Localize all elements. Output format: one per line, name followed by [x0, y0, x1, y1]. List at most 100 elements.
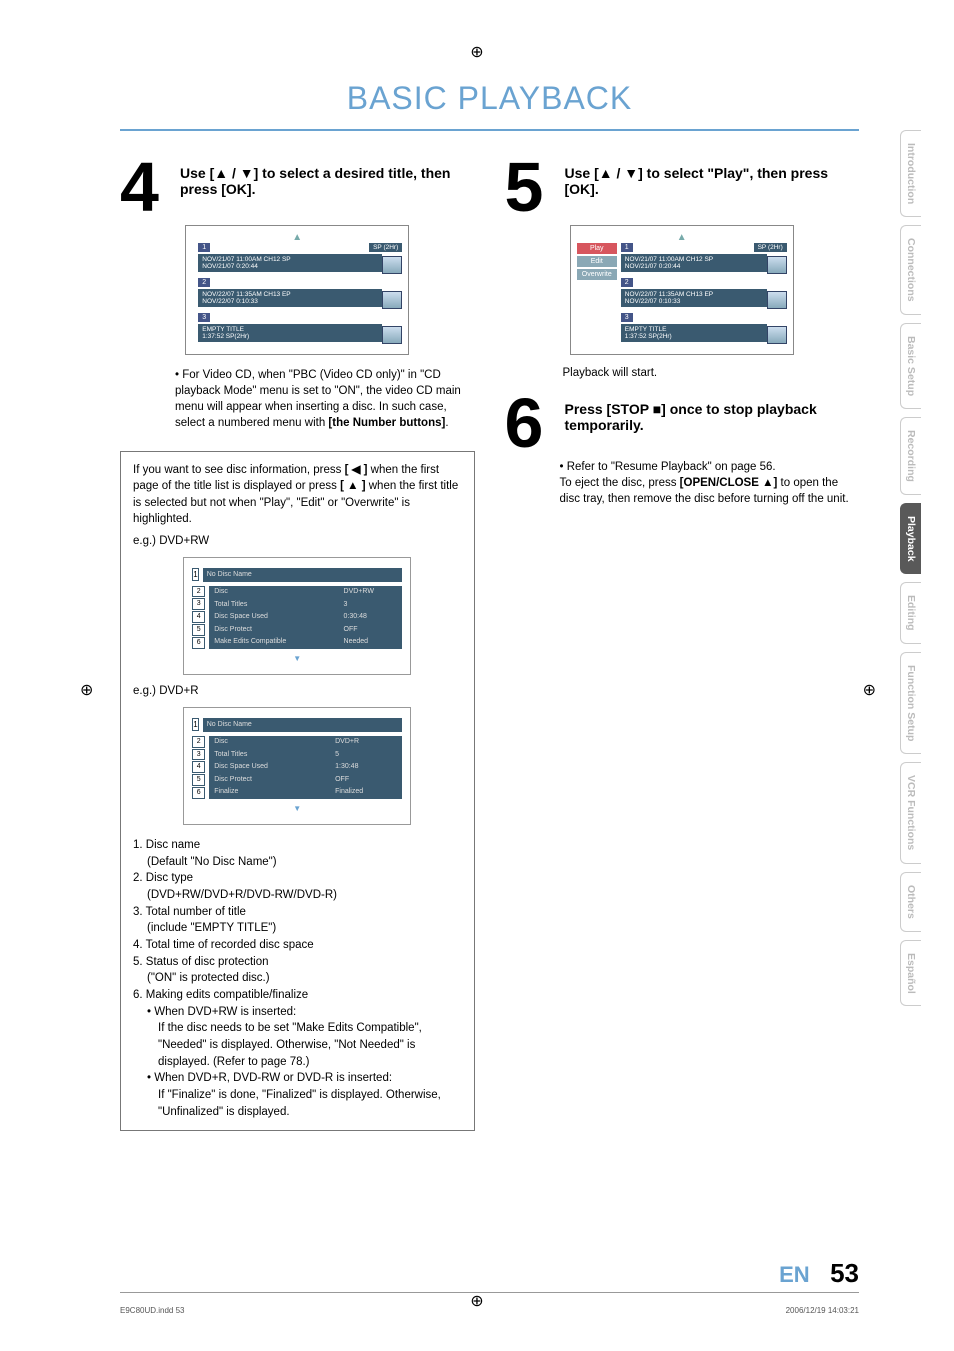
- legend-item: • When DVD+RW is inserted:: [133, 1004, 462, 1021]
- up-triangle-icon: [ ▲ ]: [340, 480, 365, 492]
- info-row-numbers: 23456: [192, 586, 205, 649]
- right-column: 5 Use [▲ / ▼] to select "Play", then pre…: [505, 159, 860, 1131]
- list-meta-1: NOV/21/07 11:00AM CH12 SPNOV/21/07 0:20:…: [621, 254, 767, 272]
- legend-item: 6. Making edits compatible/finalize: [133, 987, 462, 1004]
- step4-note: • For Video CD, when "PBC (Video CD only…: [175, 367, 475, 431]
- step4-note-tail: .: [445, 417, 448, 429]
- info-header-text: No Disc Name: [203, 718, 403, 732]
- info-table-rw: DiscDVD+RW Total Titles3 Disc Space Used…: [209, 586, 402, 649]
- list-meta-3: EMPTY TITLE1:37:52 SP(2Hr): [621, 324, 767, 342]
- title-rule: [120, 129, 859, 131]
- legend-item: If the disc needs to be set "Make Edits …: [133, 1020, 462, 1070]
- page-title: BASIC PLAYBACK: [120, 80, 859, 117]
- step-4-heading: Use [▲ / ▼] to select a desired title, t…: [180, 159, 475, 215]
- list-badge: 1: [198, 243, 210, 252]
- legend-item: 3. Total number of title: [133, 904, 462, 921]
- sp-label: SP (2Hr): [369, 243, 402, 252]
- tab-espanol[interactable]: Español: [900, 940, 921, 1007]
- tab-connections[interactable]: Connections: [900, 225, 921, 315]
- info-header-badge: 1: [192, 718, 198, 731]
- footer: E9C80UD.indd 53 2006/12/19 14:03:21: [120, 1306, 859, 1315]
- title-list: 1 SP (2Hr) NOV/21/07 11:00AM CH12 SPNOV/2…: [621, 243, 787, 348]
- side-tabs: Introduction Connections Basic Setup Rec…: [900, 130, 921, 1006]
- info-panel-rw: 1 No Disc Name 23456 DiscDVD+RW Total Ti…: [183, 557, 411, 675]
- info-row-numbers: 23456: [192, 736, 205, 799]
- thumb-icon: [382, 256, 402, 274]
- step4-h-b: /: [228, 165, 240, 181]
- register-mark-right: ⊕: [863, 680, 876, 700]
- legend-item: (DVD+RW/DVD+R/DVD-RW/DVD-R): [133, 887, 462, 904]
- info-legend: 1. Disc name (Default "No Disc Name") 2.…: [133, 837, 462, 1120]
- step4-h-a: Use [: [180, 165, 214, 181]
- eg-rw-label: e.g.) DVD+RW: [133, 533, 462, 549]
- list-meta-2: NOV/22/07 11:35AM CH13 EPNOV/22/07 0:10:…: [621, 289, 767, 307]
- legend-item: 5. Status of disc protection: [133, 954, 462, 971]
- step-6: 6 Press [STOP ■] once to stop playback t…: [505, 395, 860, 451]
- tab-recording[interactable]: Recording: [900, 417, 921, 495]
- info-intro: If you want to see disc information, pre…: [133, 462, 462, 526]
- tab-vcr-functions[interactable]: VCR Functions: [900, 762, 921, 863]
- list-badge: 3: [198, 313, 210, 322]
- scroll-up-icon: ▲: [577, 232, 787, 243]
- list-meta-2: NOV/22/07 11:35AM CH13 EPNOV/22/07 0:10:…: [198, 289, 382, 307]
- step5-screenshot: ▲ Play Edit Overwrite 1 SP (2Hr) NOV/21/0…: [570, 225, 794, 355]
- page-num-value: 53: [830, 1258, 859, 1288]
- tab-basic-setup[interactable]: Basic Setup: [900, 323, 921, 409]
- info-header-badge: 1: [192, 568, 198, 581]
- step-5-number: 5: [505, 159, 555, 215]
- step-6-heading: Press [STOP ■] once to stop playback tem…: [565, 395, 860, 451]
- left-column: 4 Use [▲ / ▼] to select a desired title,…: [120, 159, 475, 1131]
- up-triangle-icon: ▲: [599, 165, 613, 181]
- thumb-icon: [382, 291, 402, 309]
- content-columns: 4 Use [▲ / ▼] to select a desired title,…: [120, 159, 859, 1131]
- manual-page: ⊕ ⊕ ⊕ ⊕ BASIC PLAYBACK Introduction Conn…: [0, 0, 954, 1351]
- info-header-text: No Disc Name: [203, 568, 403, 582]
- footer-rule: [120, 1292, 859, 1293]
- scroll-up-icon: ▲: [192, 232, 402, 243]
- list-meta-1: NOV/21/07 11:00AM CH12 SPNOV/21/07 0:20:…: [198, 254, 382, 272]
- thumb-icon: [767, 256, 787, 274]
- register-mark-left: ⊕: [80, 680, 93, 700]
- legend-item: 4. Total time of recorded disc space: [133, 937, 462, 954]
- down-triangle-icon: ▼: [240, 165, 254, 181]
- tab-editing[interactable]: Editing: [900, 582, 921, 644]
- tab-playback[interactable]: Playback: [900, 503, 921, 575]
- down-triangle-icon: ▼: [624, 165, 638, 181]
- step-4-number: 4: [120, 159, 170, 215]
- list-badge: 1: [621, 243, 633, 252]
- page-number: EN 53: [779, 1258, 859, 1289]
- legend-item: • When DVD+R, DVD-RW or DVD-R is inserte…: [133, 1070, 462, 1087]
- eject-triangle-icon: ▲: [762, 477, 773, 489]
- step5-after: Playback will start.: [563, 367, 860, 379]
- legend-item: If "Finalize" is done, "Finalized" is di…: [133, 1087, 462, 1120]
- legend-item: (include "EMPTY TITLE"): [133, 920, 462, 937]
- step-4: 4 Use [▲ / ▼] to select a desired title,…: [120, 159, 475, 215]
- title-list: 1 SP (2Hr) NOV/21/07 11:00AM CH12 SPNOV/2…: [198, 243, 402, 348]
- thumb-icon: [767, 291, 787, 309]
- tab-others[interactable]: Others: [900, 872, 921, 932]
- step-5: 5 Use [▲ / ▼] to select "Play", then pre…: [505, 159, 860, 215]
- list-badge: 3: [621, 313, 633, 322]
- list-badge: 2: [621, 278, 633, 287]
- step4-note-bold: [the Number buttons]: [328, 417, 445, 429]
- sidebar-edit: Edit: [577, 256, 617, 267]
- step-5-heading: Use [▲ / ▼] to select "Play", then press…: [565, 159, 860, 215]
- legend-item: 2. Disc type: [133, 870, 462, 887]
- tab-function-setup[interactable]: Function Setup: [900, 652, 921, 754]
- list-meta-3: EMPTY TITLE1:37:52 SP(2Hr): [198, 324, 382, 342]
- info-panel-r: 1 No Disc Name 23456 DiscDVD+R Total Tit…: [183, 707, 411, 825]
- page-lang: EN: [779, 1262, 810, 1287]
- tab-introduction[interactable]: Introduction: [900, 130, 921, 217]
- info-table-r: DiscDVD+R Total Titles5 Disc Space Used1…: [209, 736, 402, 799]
- sidebar-play: Play: [577, 243, 617, 254]
- legend-item: 1. Disc name: [133, 837, 462, 854]
- sidebar-overwrite: Overwrite: [577, 269, 617, 280]
- thumb-icon: [767, 326, 787, 344]
- down-arrow-icon: ▼: [192, 653, 402, 664]
- legend-item: (Default "No Disc Name"): [133, 854, 462, 871]
- thumb-icon: [382, 326, 402, 344]
- step4-screenshot: ▲ 1 SP (2Hr) NOV/21/07 11:00AM CH12 SPNOV…: [185, 225, 409, 355]
- footer-left: E9C80UD.indd 53: [120, 1306, 184, 1315]
- sp-label: SP (2Hr): [754, 243, 787, 252]
- up-triangle-icon: ▲: [214, 165, 228, 181]
